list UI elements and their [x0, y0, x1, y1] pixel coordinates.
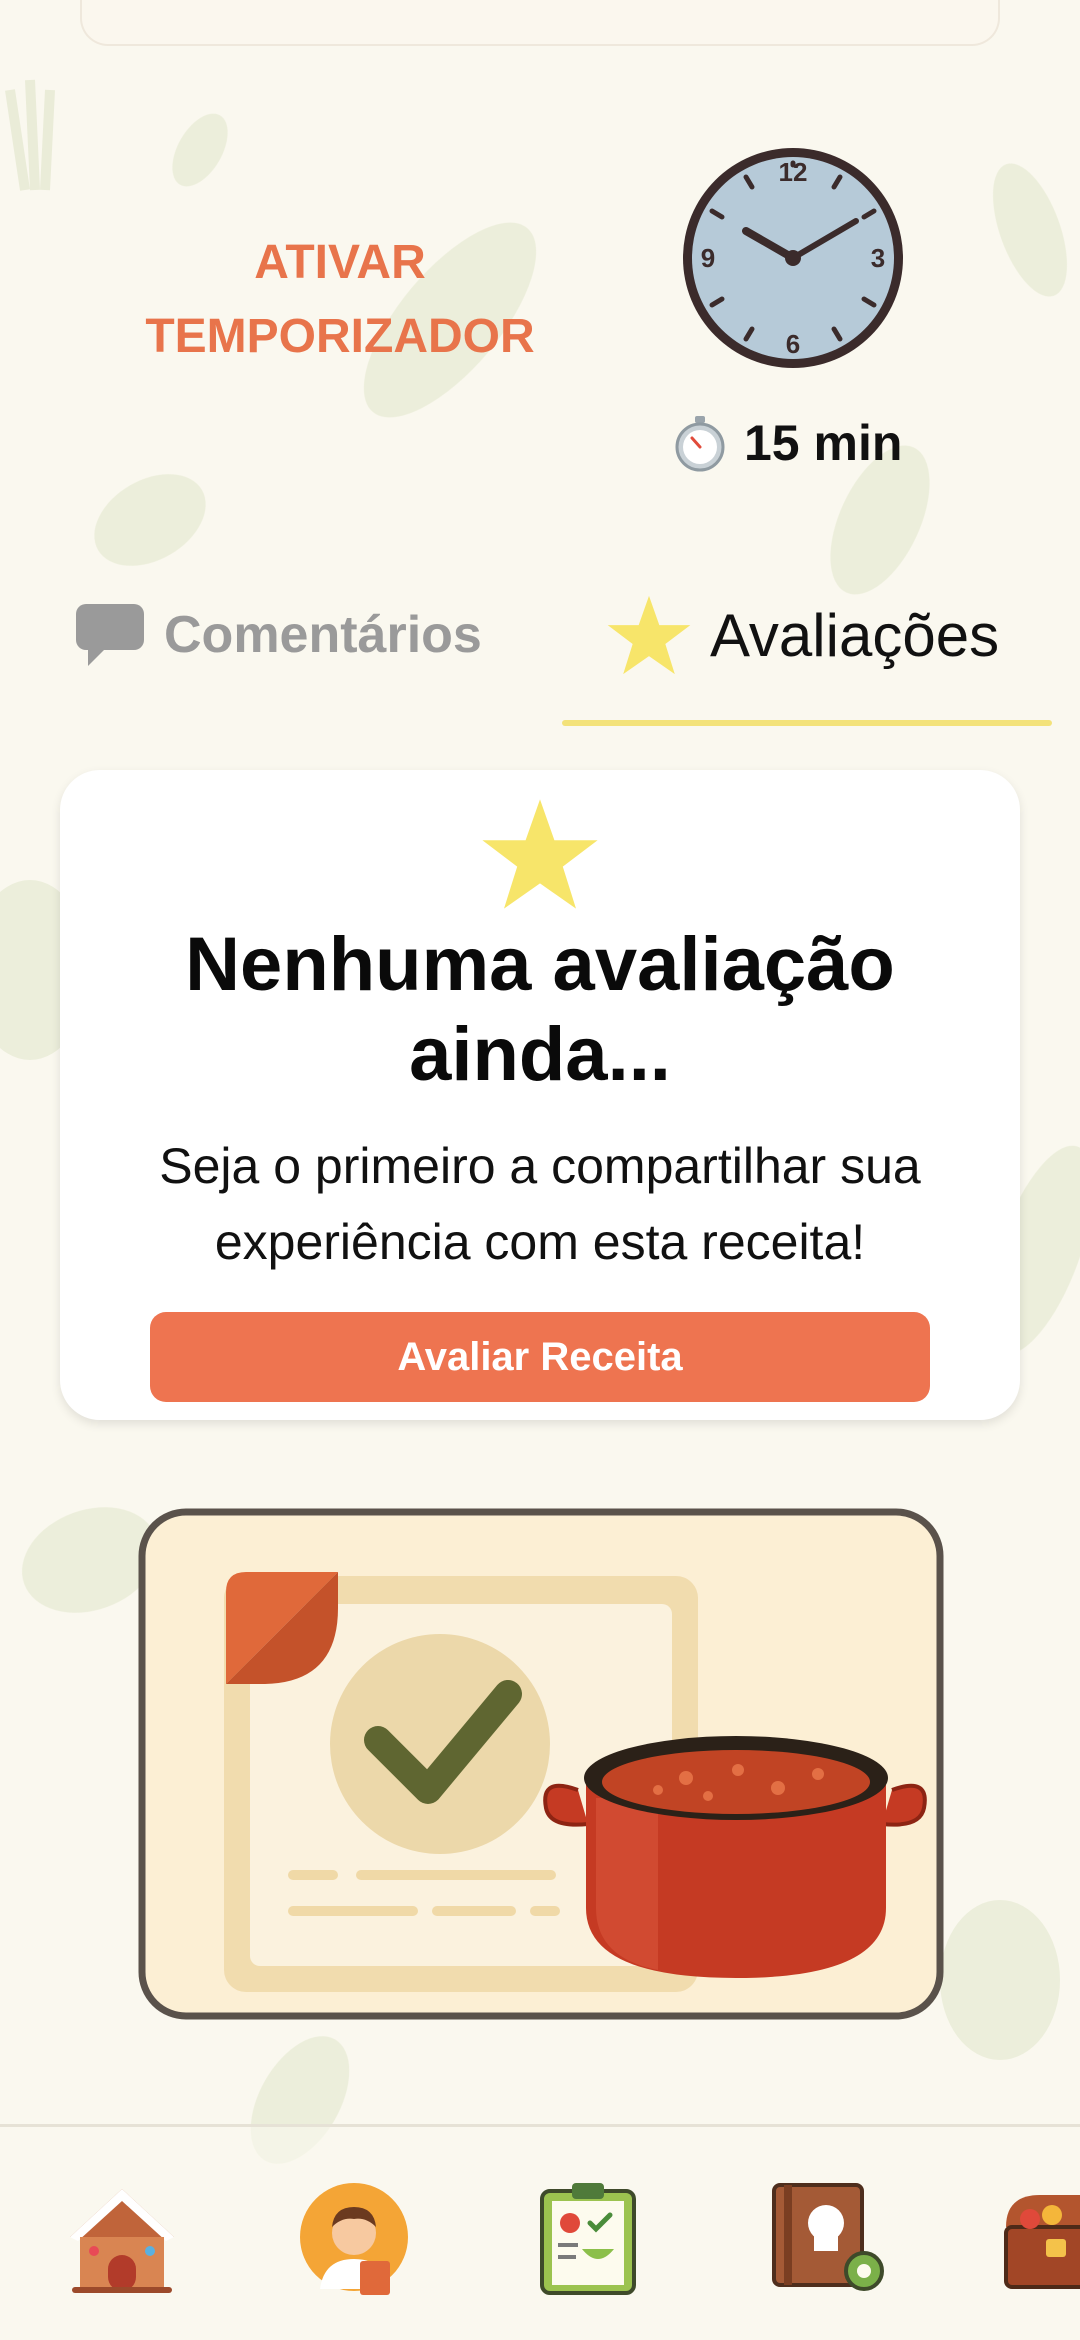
nav-pantry[interactable]	[1000, 2177, 1080, 2297]
stopwatch-icon	[675, 416, 725, 472]
tab-comments-label: Comentários	[164, 606, 482, 664]
nav-profile[interactable]	[294, 2177, 414, 2297]
shopping-list-clipboard-icon	[540, 2183, 636, 2295]
bottom-navigation	[0, 2124, 1080, 2340]
gingerbread-house-icon	[70, 2189, 174, 2293]
cook-time-value: 15 min	[744, 415, 903, 471]
activate-timer-label-line2: TEMPORIZADOR	[145, 310, 535, 363]
star-icon	[607, 595, 691, 675]
no-reviews-subtitle: Seja o primeiro a compartilhar sua exper…	[100, 1128, 980, 1280]
no-reviews-title-line2: ainda...	[409, 1012, 671, 1097]
previous-section-card	[80, 0, 1000, 46]
no-reviews-title-line1: Nenhuma avaliação	[185, 922, 895, 1007]
clock-icon: 12 3 6 9	[683, 148, 903, 368]
chef-profile-icon	[300, 2183, 408, 2295]
star-icon	[482, 799, 598, 909]
clock-number-3: 3	[871, 243, 885, 273]
activate-timer-label-line1: ATIVAR	[254, 236, 426, 289]
recipe-checked-pot-illustration	[138, 1508, 944, 2020]
nav-home[interactable]	[62, 2177, 182, 2297]
clock-number-6: 6	[786, 329, 800, 359]
rate-recipe-button[interactable]: Avaliar Receita	[150, 1312, 930, 1402]
tab-ratings[interactable]: Avaliações	[606, 590, 999, 680]
no-reviews-card: Nenhuma avaliação ainda... Seja o primei…	[60, 770, 1020, 1420]
cook-time: 15 min	[670, 410, 902, 476]
no-reviews-title: Nenhuma avaliação ainda...	[100, 920, 980, 1100]
no-reviews-subtitle-line1: Seja o primeiro a compartilhar sua	[159, 1138, 921, 1194]
tab-comments[interactable]: Comentários	[74, 590, 482, 680]
speech-bubble-icon	[76, 604, 144, 666]
active-tab-indicator	[562, 720, 1052, 726]
clock-number-12: 12	[779, 157, 808, 187]
no-reviews-subtitle-line2: experiência com esta receita!	[214, 1214, 866, 1270]
recipe-book-settings-icon	[772, 2183, 884, 2291]
tab-ratings-label: Avaliações	[710, 601, 1000, 669]
nav-shopping-list[interactable]	[528, 2177, 648, 2297]
clock-number-9: 9	[701, 243, 715, 273]
nav-recipe-book[interactable]	[770, 2177, 890, 2297]
activate-timer-button[interactable]: ATIVAR TEMPORIZADOR	[120, 225, 560, 375]
treasure-chest-icon	[1004, 2195, 1080, 2289]
